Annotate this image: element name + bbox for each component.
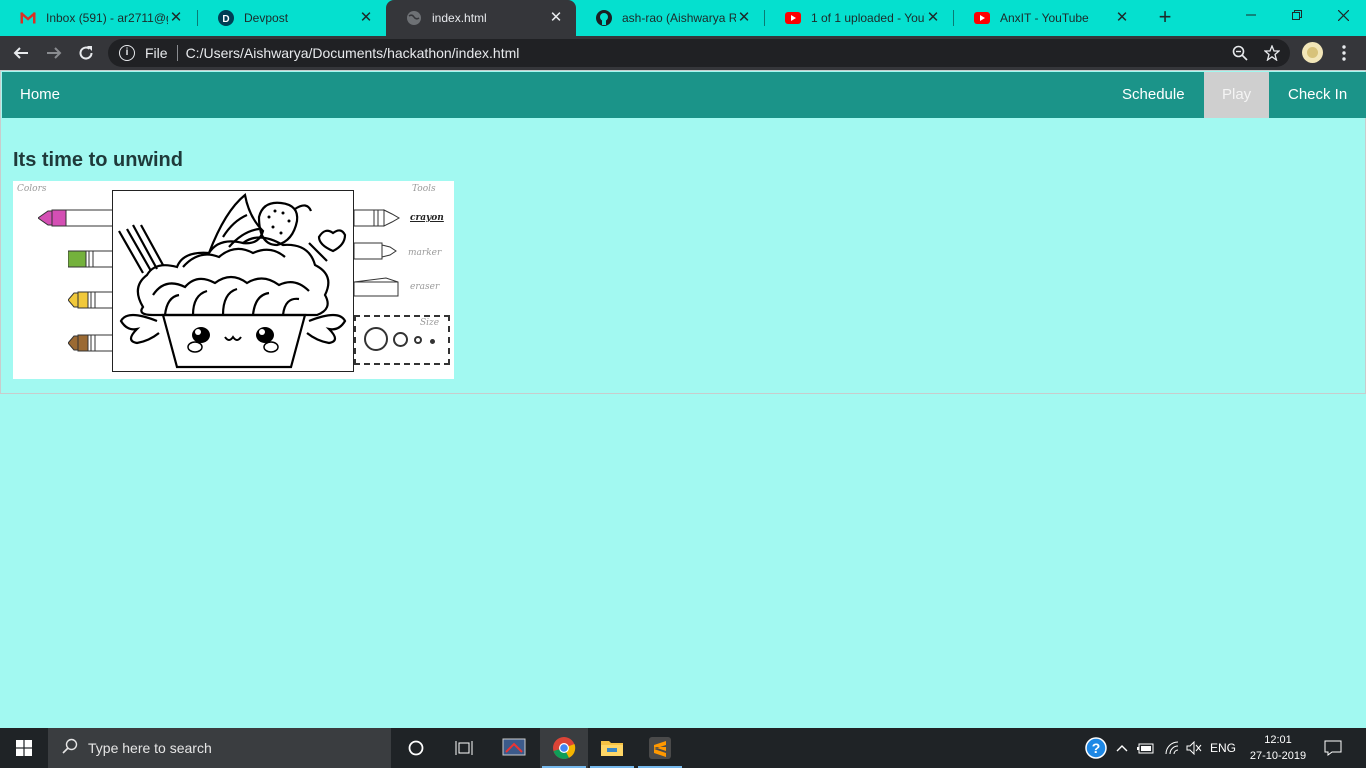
search-placeholder: Type here to search bbox=[88, 740, 212, 756]
devpost-icon: D bbox=[218, 10, 234, 26]
address-url[interactable]: C:/Users/Aishwarya/Documents/hackathon/i… bbox=[186, 45, 520, 61]
browser-toolbar: i File C:/Users/Aishwarya/Documents/hack… bbox=[0, 36, 1366, 70]
svg-text:D: D bbox=[222, 14, 229, 25]
system-clock[interactable]: 12:01 27-10-2019 bbox=[1242, 732, 1314, 764]
tab-title: index.html bbox=[432, 11, 487, 25]
minimize-icon[interactable] bbox=[1228, 0, 1274, 30]
chevron-up-icon[interactable] bbox=[1112, 728, 1132, 768]
zoom-icon[interactable] bbox=[1228, 41, 1252, 65]
nav-checkin-link[interactable]: Check In bbox=[1270, 72, 1365, 118]
eraser-tool-icon[interactable] bbox=[354, 276, 400, 298]
page-heading: Its time to unwind bbox=[13, 149, 183, 171]
back-arrow-icon[interactable] bbox=[9, 41, 33, 65]
tab-youtube-upload[interactable]: 1 of 1 uploaded - YouTu ✕ bbox=[765, 0, 953, 36]
site-info-icon[interactable]: i bbox=[119, 45, 135, 61]
size-medium-option[interactable] bbox=[393, 332, 408, 347]
github-icon bbox=[596, 10, 612, 26]
language-indicator[interactable]: ENG bbox=[1206, 728, 1240, 768]
close-icon[interactable]: ✕ bbox=[1114, 10, 1130, 26]
size-large-option[interactable] bbox=[364, 327, 388, 351]
marker-tool-icon[interactable] bbox=[354, 241, 400, 261]
battery-icon[interactable] bbox=[1134, 728, 1158, 768]
cortana-icon[interactable] bbox=[392, 728, 440, 768]
size-tiny-option[interactable] bbox=[430, 339, 435, 344]
tab-github[interactable]: ash-rao (Aishwarya Rao ✕ bbox=[576, 0, 764, 36]
address-divider bbox=[176, 45, 178, 61]
drawing-canvas[interactable] bbox=[112, 190, 354, 372]
crayon-pink-swatch[interactable] bbox=[38, 209, 118, 227]
address-scheme-label: File bbox=[145, 45, 168, 61]
size-small-option[interactable] bbox=[414, 336, 422, 344]
site-navbar: Home Schedule Play Check In bbox=[2, 72, 1366, 118]
reload-icon[interactable] bbox=[74, 41, 98, 65]
menu-kebab-icon[interactable] bbox=[1332, 41, 1356, 65]
nav-schedule-link[interactable]: Schedule bbox=[1104, 72, 1203, 118]
page-viewport: Home Schedule Play Check In Its time to … bbox=[0, 70, 1366, 728]
notifications-icon[interactable] bbox=[1316, 728, 1350, 768]
svg-text:?: ? bbox=[1092, 740, 1101, 756]
tab-title: Devpost bbox=[244, 11, 289, 25]
file-explorer-icon[interactable] bbox=[588, 728, 636, 768]
crayon-brown-swatch[interactable] bbox=[68, 334, 118, 352]
content-container: Home Schedule Play Check In Its time to … bbox=[0, 70, 1366, 394]
cupcake-line-art bbox=[118, 192, 347, 369]
tools-label: Tools bbox=[412, 184, 436, 194]
tab-devpost[interactable]: D Devpost ✕ bbox=[198, 0, 386, 36]
colors-label: Colors bbox=[17, 184, 47, 194]
tool-eraser-label[interactable]: eraser bbox=[410, 282, 439, 292]
gmail-icon bbox=[20, 10, 36, 26]
tab-gmail[interactable]: Inbox (591) - ar2711@g ✕ bbox=[0, 0, 196, 36]
close-icon[interactable]: ✕ bbox=[736, 10, 752, 26]
snipping-tool-icon[interactable] bbox=[490, 728, 538, 768]
taskbar-search-box[interactable]: Type here to search bbox=[48, 728, 391, 768]
nav-home-link[interactable]: Home bbox=[2, 72, 78, 118]
tab-title: AnxIT - YouTube bbox=[1000, 11, 1089, 25]
close-window-icon[interactable] bbox=[1320, 0, 1366, 30]
size-selector: Size bbox=[354, 315, 450, 365]
crayon-tool-icon[interactable] bbox=[354, 208, 400, 228]
tab-title: Inbox (591) - ar2711@g bbox=[46, 11, 168, 25]
close-icon[interactable]: ✕ bbox=[358, 10, 374, 26]
chrome-icon[interactable] bbox=[540, 728, 588, 768]
speaker-muted-icon[interactable] bbox=[1184, 728, 1204, 768]
browser-tab-strip: Inbox (591) - ar2711@g ✕ D Devpost ✕ ind… bbox=[0, 0, 1366, 36]
sublime-text-icon[interactable] bbox=[636, 728, 684, 768]
tool-marker-label[interactable]: marker bbox=[408, 248, 441, 258]
new-tab-plus-icon[interactable]: + bbox=[1153, 6, 1177, 30]
tab-title: ash-rao (Aishwarya Rao bbox=[622, 11, 736, 25]
forward-arrow-icon[interactable] bbox=[42, 41, 66, 65]
address-bar[interactable]: i File C:/Users/Aishwarya/Documents/hack… bbox=[108, 39, 1290, 67]
wifi-icon[interactable] bbox=[1160, 728, 1184, 768]
crayon-yellow-swatch[interactable] bbox=[68, 291, 118, 309]
coloring-board: Colors Tools crayon marker eraser Size bbox=[13, 181, 454, 379]
tab-index-html[interactable]: index.html ✕ bbox=[386, 0, 576, 36]
bookmark-star-icon[interactable] bbox=[1260, 41, 1284, 65]
nav-play-link[interactable]: Play bbox=[1204, 72, 1270, 118]
profile-avatar-icon[interactable] bbox=[1302, 42, 1323, 63]
restore-icon[interactable] bbox=[1274, 0, 1320, 30]
help-question-icon[interactable]: ? bbox=[1082, 728, 1110, 768]
windows-start-icon[interactable] bbox=[0, 728, 48, 768]
youtube-icon bbox=[974, 10, 990, 26]
tool-crayon-label[interactable]: crayon bbox=[410, 213, 444, 223]
tab-title: 1 of 1 uploaded - YouTu bbox=[811, 11, 925, 25]
close-icon[interactable]: ✕ bbox=[168, 10, 184, 26]
windows-taskbar: Type here to search ? ENG 12:01 27-10-20… bbox=[0, 728, 1366, 768]
tab-anxit-youtube[interactable]: AnxIT - YouTube ✕ bbox=[954, 0, 1142, 36]
youtube-icon bbox=[785, 10, 801, 26]
crayon-green-swatch[interactable] bbox=[68, 250, 118, 268]
search-icon bbox=[62, 738, 78, 759]
clock-time: 12:01 bbox=[1264, 734, 1292, 746]
size-label: Size bbox=[420, 318, 440, 328]
globe-icon bbox=[406, 10, 422, 26]
task-view-icon[interactable] bbox=[440, 728, 488, 768]
clock-date: 27-10-2019 bbox=[1249, 750, 1307, 762]
close-icon[interactable]: ✕ bbox=[925, 10, 941, 26]
close-icon[interactable]: ✕ bbox=[548, 10, 564, 26]
